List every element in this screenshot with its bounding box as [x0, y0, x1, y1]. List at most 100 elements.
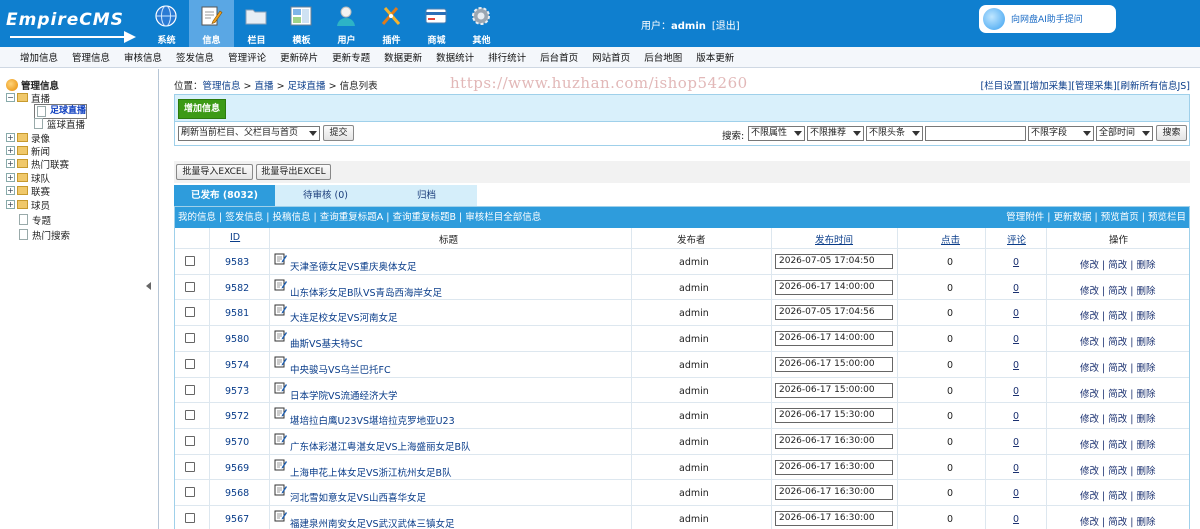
row-actions[interactable]: 修改 | 简改 | 删除 [1080, 360, 1155, 374]
header-link-1[interactable]: [增加采集] [1026, 81, 1071, 92]
row-comments[interactable]: 0 [1013, 308, 1019, 319]
col-publish-time[interactable]: 发布时间 [815, 232, 853, 246]
logo[interactable]: EmpireCMS [6, 8, 138, 43]
menu-item-10[interactable]: 后台首页 [540, 50, 578, 64]
col-id[interactable]: ID [230, 232, 240, 243]
menu-item-11[interactable]: 网站首页 [592, 50, 630, 64]
refresh-scope-select[interactable]: 刷新当前栏目、父栏目与首页 [178, 126, 320, 141]
row-checkbox[interactable] [185, 410, 195, 421]
export-excel-button[interactable]: 批量导出EXCEL [256, 164, 331, 180]
expand-node-icon[interactable]: + [6, 200, 15, 209]
row-actions[interactable]: 修改 | 简改 | 删除 [1080, 334, 1155, 348]
row-publish-time[interactable]: 2026-06-17 16:30:00 [775, 459, 893, 475]
ai-assistant-button[interactable]: 向网盘AI助手提问 [979, 5, 1116, 33]
row-checkbox[interactable] [185, 435, 195, 446]
col-comments[interactable]: 评论 [1007, 232, 1026, 246]
row-comments[interactable]: 0 [1013, 257, 1019, 268]
row-id[interactable]: 9572 [225, 411, 249, 422]
nav-item-5[interactable]: 插件 [369, 0, 414, 47]
menu-item-13[interactable]: 版本更新 [696, 50, 734, 64]
row-actions[interactable]: 修改 | 简改 | 删除 [1080, 257, 1155, 271]
row-id[interactable]: 9583 [225, 257, 249, 268]
tree-node-9[interactable]: 专题 [19, 213, 51, 227]
search-input[interactable] [925, 126, 1026, 141]
menu-item-5[interactable]: 更新碎片 [280, 50, 318, 64]
row-comments[interactable]: 0 [1013, 488, 1019, 499]
row-id[interactable]: 9570 [225, 437, 249, 448]
row-publish-time[interactable]: 2026-06-17 15:30:00 [775, 408, 893, 424]
row-id[interactable]: 9581 [225, 308, 249, 319]
tab-pending[interactable]: 待审核 (0) [275, 185, 376, 206]
search-button[interactable]: 搜索 [1156, 125, 1187, 141]
menu-item-3[interactable]: 签发信息 [176, 50, 214, 64]
tab-published[interactable]: 已发布 (8032) [174, 185, 275, 206]
expand-node-icon[interactable]: + [6, 159, 15, 168]
collapse-sidebar-icon[interactable] [146, 282, 151, 290]
row-actions[interactable]: 修改 | 简改 | 删除 [1080, 308, 1155, 322]
breadcrumb-link[interactable]: 直播 [255, 81, 274, 92]
expand-node-icon[interactable]: + [6, 173, 15, 182]
row-title[interactable]: 日本学院VS流通经济大学 [290, 388, 398, 402]
col-clicks[interactable]: 点击 [941, 232, 960, 246]
submit-button[interactable]: 提交 [323, 125, 354, 141]
expand-node-icon[interactable]: + [6, 186, 15, 195]
tree-node-3[interactable]: + 录像 [6, 131, 50, 145]
attribute-filter-select[interactable]: 不限属性 [748, 126, 805, 141]
menu-item-4[interactable]: 管理评论 [228, 50, 266, 64]
row-comments[interactable]: 0 [1013, 411, 1019, 422]
row-title[interactable]: 广东体彩湛江粤湛女足VS上海盛丽女足B队 [290, 439, 471, 453]
menu-item-7[interactable]: 数据更新 [384, 50, 422, 64]
row-publish-time[interactable]: 2026-06-17 15:00:00 [775, 356, 893, 372]
row-id[interactable]: 9567 [225, 514, 249, 525]
row-actions[interactable]: 修改 | 简改 | 删除 [1080, 514, 1155, 528]
tree-root[interactable]: 管理信息 [6, 78, 59, 92]
row-publish-time[interactable]: 2026-06-17 16:30:00 [775, 511, 893, 526]
tab-archived[interactable]: 归档 [376, 185, 477, 206]
row-checkbox[interactable] [185, 384, 195, 395]
row-actions[interactable]: 修改 | 简改 | 删除 [1080, 411, 1155, 425]
header-link-2[interactable]: [管理采集] [1071, 81, 1116, 92]
breadcrumb-link[interactable]: 足球直播 [288, 81, 326, 92]
tree-node-10[interactable]: 热门搜索 [19, 228, 70, 242]
row-title[interactable]: 天津圣德女足VS重庆奥体女足 [290, 259, 417, 273]
tree-node-5[interactable]: + 热门联赛 [6, 157, 69, 171]
row-id[interactable]: 9573 [225, 386, 249, 397]
recommend-filter-select[interactable]: 不限推荐 [807, 126, 864, 141]
breadcrumb-link[interactable]: 管理信息 [203, 81, 241, 92]
row-actions[interactable]: 修改 | 简改 | 删除 [1080, 488, 1155, 502]
menu-item-6[interactable]: 更新专题 [332, 50, 370, 64]
row-actions[interactable]: 修改 | 简改 | 删除 [1080, 463, 1155, 477]
tree-node-8[interactable]: + 球员 [6, 198, 50, 212]
row-publish-time[interactable]: 2026-06-17 16:30:00 [775, 485, 893, 501]
row-checkbox[interactable] [185, 487, 195, 498]
row-publish-time[interactable]: 2026-06-17 14:00:00 [775, 279, 893, 295]
nav-item-2[interactable]: 栏目 [234, 0, 279, 47]
row-title[interactable]: 堪培拉白鹰U23VS堪培拉克罗地亚U23 [290, 413, 455, 427]
row-title[interactable]: 中央骏马VS乌兰巴托FC [290, 362, 391, 376]
tree-node-0[interactable]: − 直播 [6, 91, 50, 105]
row-checkbox[interactable] [185, 513, 195, 523]
field-select[interactable]: 不限字段 [1028, 126, 1094, 141]
table-left-links[interactable]: 我的信息 | 签发信息 | 投稿信息 | 查询重复标题A | 查询重复标题B |… [178, 212, 541, 223]
row-publish-time[interactable]: 2026-06-17 14:00:00 [775, 331, 893, 347]
logout-link[interactable]: [退出] [712, 21, 740, 32]
nav-item-0[interactable]: 系统 [144, 0, 189, 47]
row-publish-time[interactable]: 2026-06-17 16:30:00 [775, 433, 893, 449]
header-link-0[interactable]: [栏目设置] [980, 81, 1025, 92]
row-title[interactable]: 上海申花上体女足VS浙江杭州女足B队 [290, 465, 452, 479]
menu-item-2[interactable]: 审核信息 [124, 50, 162, 64]
row-comments[interactable]: 0 [1013, 514, 1019, 525]
row-comments[interactable]: 0 [1013, 360, 1019, 371]
expand-node-icon[interactable]: + [6, 146, 15, 155]
row-publish-time[interactable]: 2026-07-05 17:04:50 [775, 254, 893, 269]
row-comments[interactable]: 0 [1013, 386, 1019, 397]
row-title[interactable]: 河北雪如意女足VS山西喜华女足 [290, 490, 426, 504]
table-right-links[interactable]: 管理附件 | 更新数据 | 预览首页 | 预览栏目 [1006, 207, 1186, 228]
tree-node-7[interactable]: + 联赛 [6, 184, 50, 198]
menu-item-8[interactable]: 数据统计 [436, 50, 474, 64]
headline-filter-select[interactable]: 不限头条 [866, 126, 923, 141]
import-excel-button[interactable]: 批量导入EXCEL [176, 164, 253, 180]
expand-node-icon[interactable]: + [6, 133, 15, 142]
nav-item-6[interactable]: 商城 [414, 0, 459, 47]
row-title[interactable]: 福建泉州南安女足VS武汉武体三镇女足 [290, 516, 455, 529]
